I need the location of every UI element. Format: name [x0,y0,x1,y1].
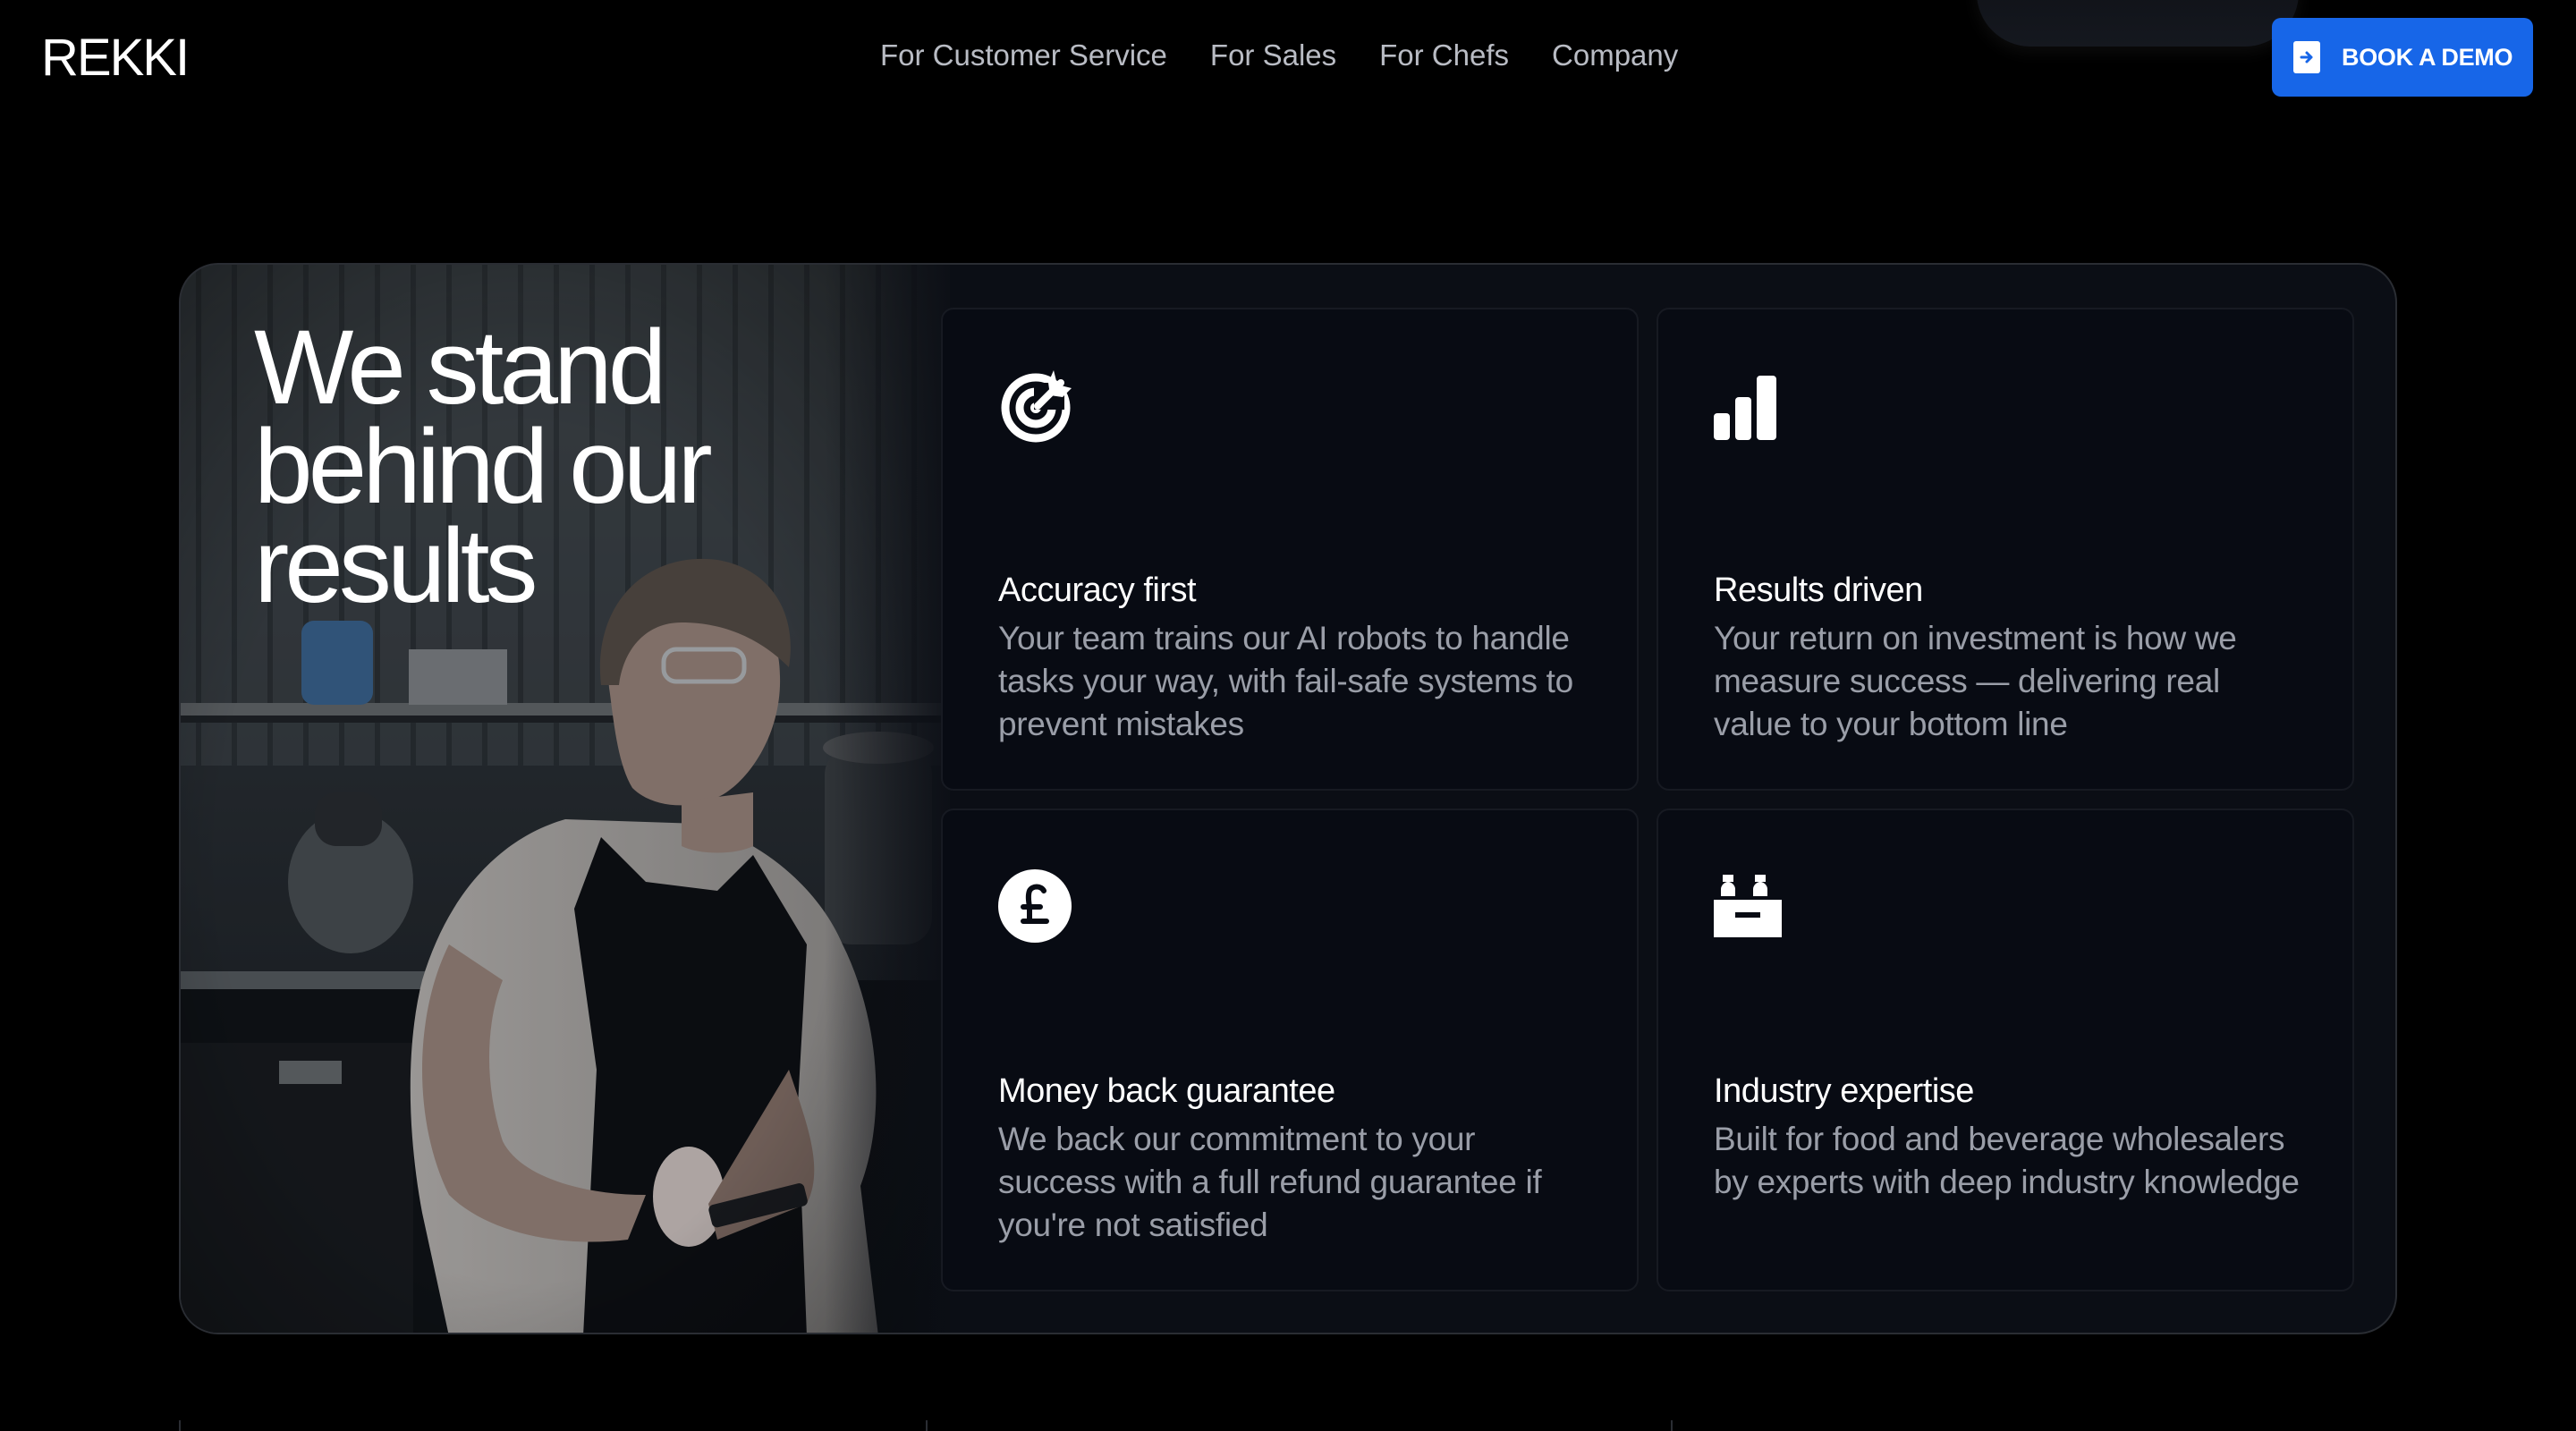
feature-description: Built for food and beverage wholesalers … [1714,1121,2300,1200]
feature-card-money-back: Money back guarantee We back our commitm… [941,809,1639,1291]
results-card: We stand behind our results Accuracy fir… [179,263,2397,1334]
nav-item-chefs[interactable]: For Chefs [1379,34,1509,77]
book-demo-button[interactable]: BOOK A DEMO [2272,18,2533,97]
feature-card-industry: Industry expertise Built for food and be… [1657,809,2354,1291]
arrow-right-icon [2293,41,2320,73]
feature-card-results: Results driven Your return on investment… [1657,308,2354,791]
page: REKKI For Customer Service For Sales For… [0,0,2576,1431]
nav-item-company[interactable]: Company [1552,34,1678,77]
target-arrow-icon [998,365,1079,445]
header-decoration [1977,0,2299,47]
book-demo-label: BOOK A DEMO [2342,43,2513,71]
nav-item-sales[interactable]: For Sales [1210,34,1336,77]
feature-title: Money back guarantee [998,1072,1335,1110]
feature-title: Industry expertise [1714,1072,1974,1110]
pound-coin-icon [998,866,1079,946]
warehouse-bottles-icon [1714,866,1794,946]
feature-grid: Accuracy first Your team trains our AI r… [941,308,2358,1291]
main-nav: For Customer Service For Sales For Chefs… [880,34,1721,77]
feature-title: Accuracy first [998,572,1197,609]
bar-chart-icon [1714,365,1794,445]
rekki-logo[interactable]: REKKI [41,32,190,84]
nav-item-customer-service[interactable]: For Customer Service [880,34,1167,77]
feature-card-accuracy: Accuracy first Your team trains our AI r… [941,308,1639,791]
feature-description: Your return on investment is how we meas… [1714,620,2237,742]
feature-title: Results driven [1714,572,1923,609]
hero-headline: We stand behind our results [254,309,713,625]
feature-description: Your team trains our AI robots to handle… [998,620,1573,742]
site-header: REKKI For Customer Service For Sales For… [0,0,2576,114]
feature-description: We back our commitment to your success w… [998,1121,1542,1243]
